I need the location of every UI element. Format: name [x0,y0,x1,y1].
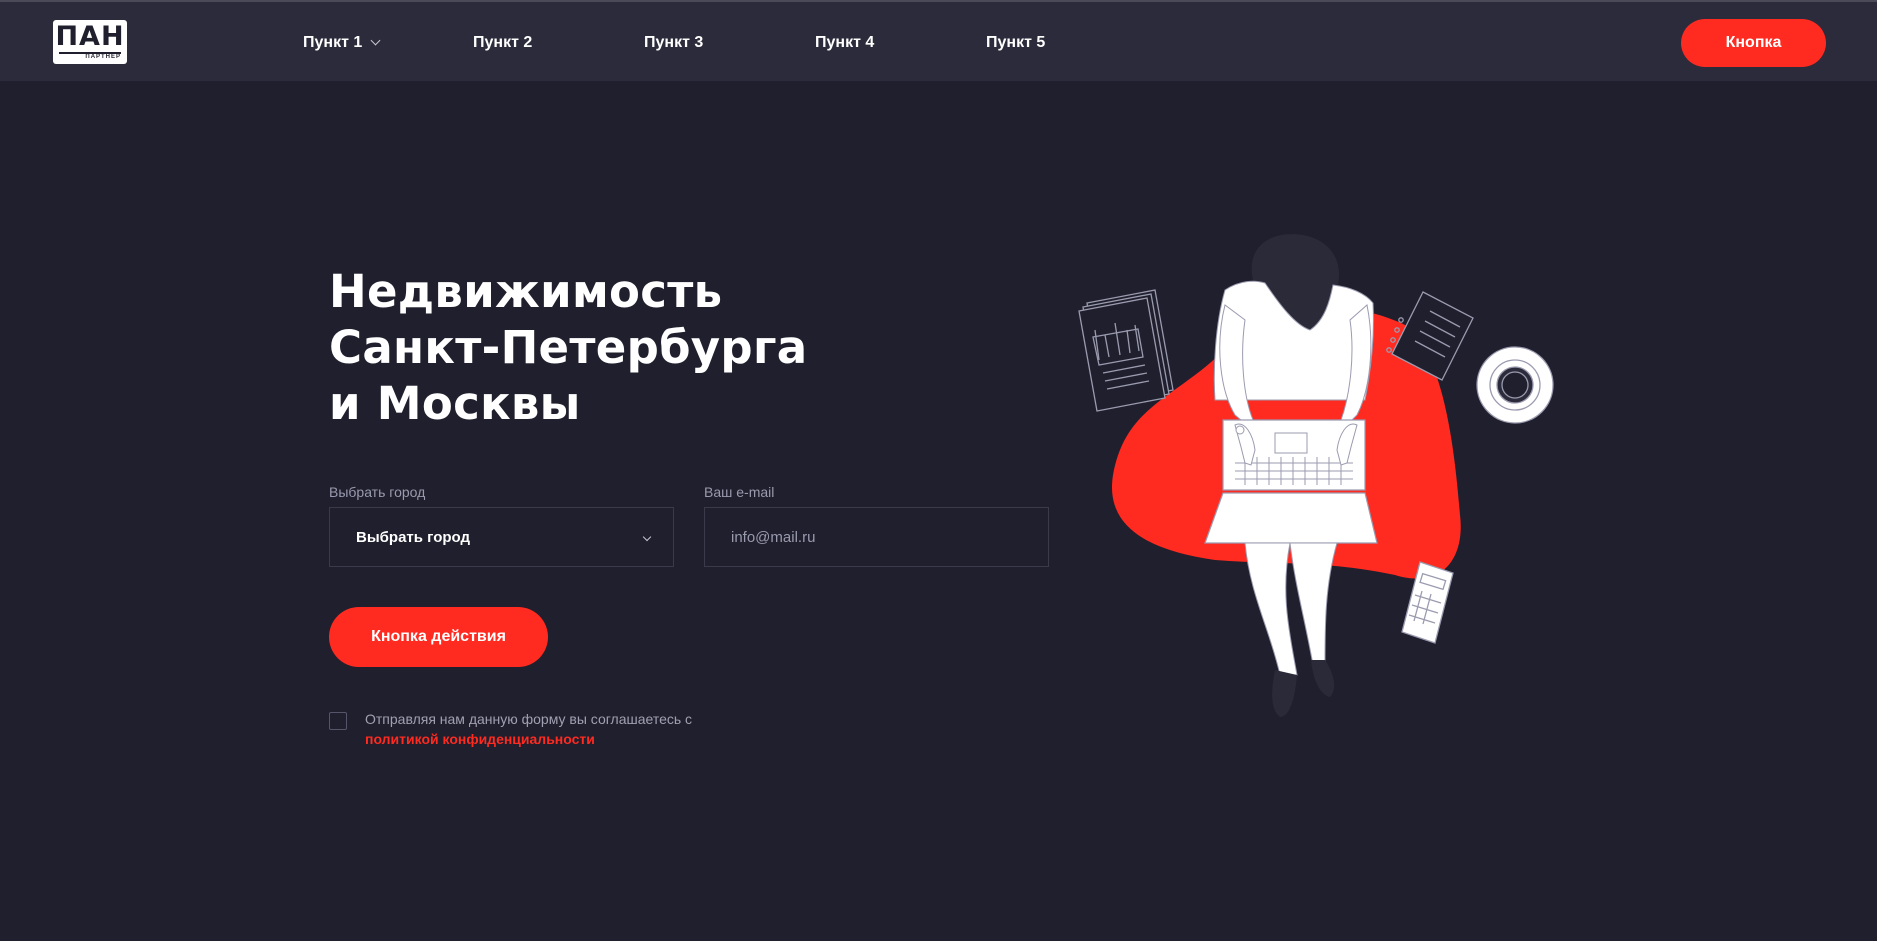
nav-item-5[interactable]: Пункт 5 [986,30,1045,56]
submit-button[interactable]: Кнопка действия [329,607,548,667]
nav-item-4[interactable]: Пункт 4 [815,30,874,56]
nav-item-label: Пункт 2 [473,34,533,51]
email-field[interactable] [704,507,1049,567]
landing-page: ПАН ПАРТНЁР Пункт 1 Пункт 2 Пункт 3 Пунк… [0,0,1877,941]
email-field-label: Ваш e-mail [704,484,775,500]
watch-icon [1235,425,1245,435]
hero-title-line-1: Недвижимость [329,265,723,318]
city-select[interactable]: Выбрать город [329,507,674,567]
laptop-base-shape [1204,492,1378,544]
left-shoe-shape [1272,670,1297,717]
nav-item-2[interactable]: Пункт 2 [473,30,532,56]
logo[interactable]: ПАН ПАРТНЁР [53,20,127,64]
city-select-value: Выбрать город [356,529,471,546]
newspaper-icon [1078,289,1174,412]
nav-item-label: Пункт 5 [986,34,1046,51]
logo-main-text: ПАН [55,21,125,52]
consent-text: Отправляя нам данную форму вы соглашаете… [365,709,765,749]
nav-item-1[interactable]: Пункт 1 [303,30,381,56]
city-field-label: Выбрать город [329,484,426,500]
nav-item-label: Пункт 1 [303,34,363,51]
right-shoe-shape [1311,660,1335,697]
coffee-cup-icon [1476,346,1554,424]
hero-title-line-2: Санкт-Петербурга [329,321,808,374]
privacy-policy-link[interactable]: политикой конфиденциальности [365,729,765,749]
hero-title-line-3: и Москвы [329,377,581,430]
nav-item-label: Пункт 3 [644,34,704,51]
site-header: ПАН ПАРТНЁР Пункт 1 Пункт 2 Пункт 3 Пунк… [0,0,1877,81]
nav-item-3[interactable]: Пункт 3 [644,30,703,56]
chevron-down-icon [642,532,652,542]
woman-with-laptop-illustration [1078,234,1554,717]
logo-sub-text: ПАРТНЁР [85,54,121,60]
hero-title: Недвижимость Санкт-Петербурга и Москвы [329,264,849,432]
header-cta-button[interactable]: Кнопка [1681,19,1826,67]
chevron-down-icon [370,35,381,46]
consent-text-label: Отправляя нам данную форму вы соглашаете… [365,711,693,727]
nav-item-label: Пункт 4 [815,34,875,51]
consent-checkbox[interactable] [329,712,347,730]
